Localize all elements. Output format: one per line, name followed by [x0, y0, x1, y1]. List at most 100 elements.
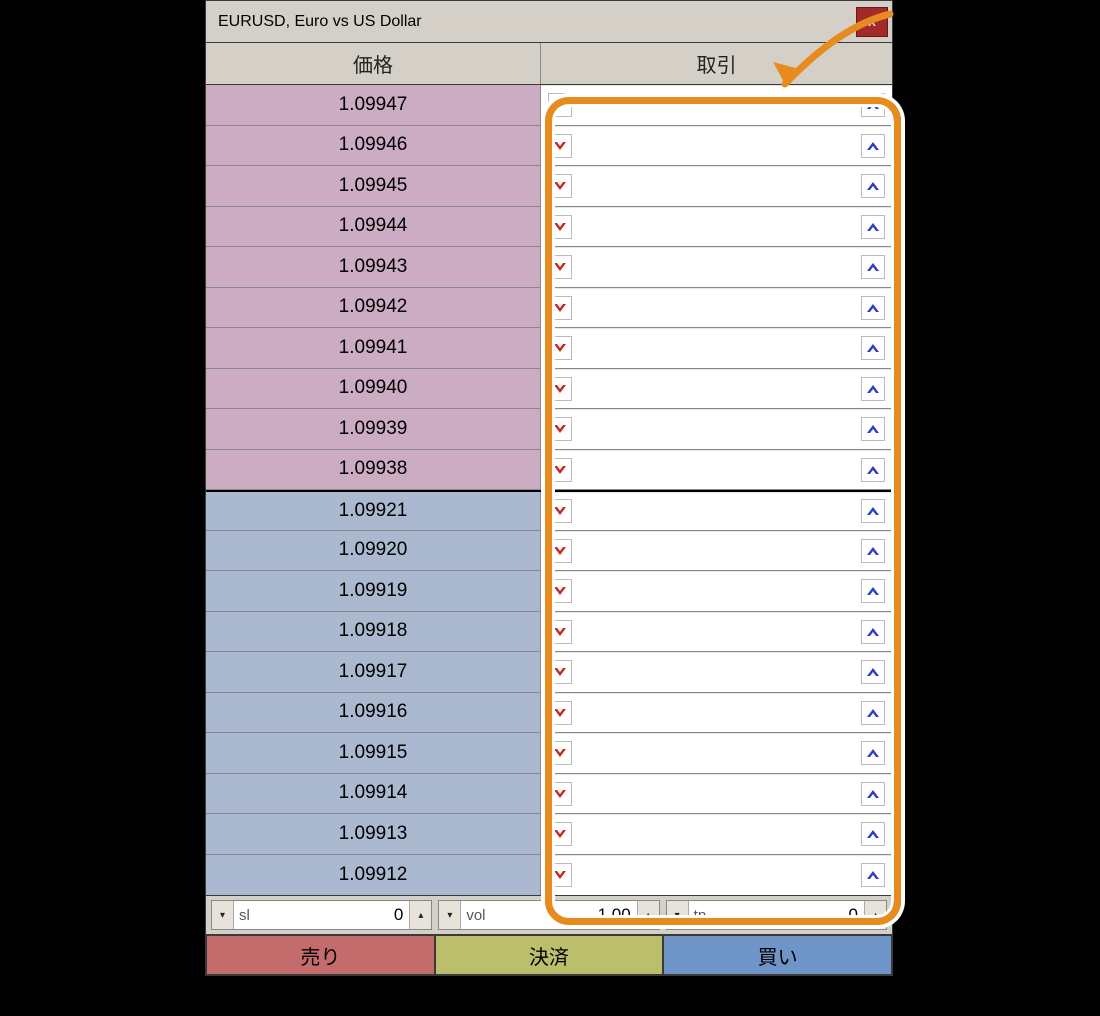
increase-button[interactable] [861, 174, 885, 198]
price-row: 1.09946 [206, 126, 892, 167]
vol-value: 1.00 [491, 905, 637, 925]
price-cell[interactable]: 1.09942 [206, 288, 541, 328]
decrease-button[interactable] [548, 660, 572, 684]
decrease-button[interactable] [548, 215, 572, 239]
trade-cell [541, 571, 892, 611]
increase-button[interactable] [861, 620, 885, 644]
increase-button[interactable] [861, 215, 885, 239]
decrease-button[interactable] [548, 701, 572, 725]
decrease-button[interactable] [548, 134, 572, 158]
sl-increment[interactable]: ▴ [409, 901, 431, 929]
price-cell[interactable]: 1.09945 [206, 166, 541, 206]
decrease-button[interactable] [548, 458, 572, 482]
increase-button[interactable] [861, 782, 885, 806]
trade-cell [541, 612, 892, 652]
increase-button[interactable] [861, 458, 885, 482]
increase-button[interactable] [861, 93, 885, 117]
increase-button[interactable] [861, 741, 885, 765]
increase-button[interactable] [861, 863, 885, 887]
price-cell[interactable]: 1.09915 [206, 733, 541, 773]
decrease-button[interactable] [548, 255, 572, 279]
price-cell[interactable]: 1.09917 [206, 652, 541, 692]
price-cell[interactable]: 1.09918 [206, 612, 541, 652]
chevron-down-icon [554, 785, 566, 803]
decrease-button[interactable] [548, 174, 572, 198]
price-cell[interactable]: 1.09913 [206, 814, 541, 854]
footer-inputs: ▾ sl 0 ▴ ▾ vol 1.00 ▴ ▾ tp 0 ▴ [206, 895, 892, 935]
close-button[interactable]: x [856, 7, 888, 37]
trade-cell [541, 85, 892, 125]
decrease-button[interactable] [548, 296, 572, 320]
increase-button[interactable] [861, 134, 885, 158]
decrease-button[interactable] [548, 863, 572, 887]
settle-button[interactable]: 決済 [435, 935, 664, 975]
increase-button[interactable] [861, 660, 885, 684]
trade-cell [541, 450, 892, 490]
price-cell[interactable]: 1.09920 [206, 531, 541, 571]
vol-stepper[interactable]: ▾ vol 1.00 ▴ [438, 900, 659, 930]
increase-button[interactable] [861, 377, 885, 401]
price-cell[interactable]: 1.09919 [206, 571, 541, 611]
price-cell[interactable]: 1.09946 [206, 126, 541, 166]
column-headers: 価格 取引 [206, 43, 892, 85]
price-cell[interactable]: 1.09940 [206, 369, 541, 409]
increase-button[interactable] [861, 499, 885, 523]
increase-button[interactable] [861, 255, 885, 279]
chevron-down-icon [554, 299, 566, 317]
chevron-up-icon [867, 825, 879, 843]
increase-button[interactable] [861, 336, 885, 360]
chevron-down-icon [554, 258, 566, 276]
increase-button[interactable] [861, 579, 885, 603]
chevron-down-icon [554, 542, 566, 560]
decrease-button[interactable] [548, 499, 572, 523]
decrease-button[interactable] [548, 620, 572, 644]
decrease-button[interactable] [548, 377, 572, 401]
buy-button[interactable]: 買い [663, 935, 892, 975]
increase-button[interactable] [861, 296, 885, 320]
price-row: 1.09913 [206, 814, 892, 855]
increase-button[interactable] [861, 822, 885, 846]
decrease-button[interactable] [548, 741, 572, 765]
chevron-down-icon [554, 866, 566, 884]
tp-stepper[interactable]: ▾ tp 0 ▴ [666, 900, 887, 930]
vol-decrement[interactable]: ▾ [439, 901, 461, 929]
titlebar: EURUSD, Euro vs US Dollar x [206, 1, 892, 43]
sl-stepper[interactable]: ▾ sl 0 ▴ [211, 900, 432, 930]
increase-button[interactable] [861, 417, 885, 441]
decrease-button[interactable] [548, 417, 572, 441]
increase-button[interactable] [861, 539, 885, 563]
sl-decrement[interactable]: ▾ [212, 901, 234, 929]
price-row: 1.09919 [206, 571, 892, 612]
decrease-button[interactable] [548, 579, 572, 603]
trade-cell [541, 814, 892, 854]
price-cell[interactable]: 1.09939 [206, 409, 541, 449]
price-cell[interactable]: 1.09941 [206, 328, 541, 368]
price-row: 1.09912 [206, 855, 892, 896]
trade-cell [541, 328, 892, 368]
chevron-up-icon [867, 542, 879, 560]
chevron-up-icon [867, 582, 879, 600]
tp-decrement[interactable]: ▾ [667, 901, 689, 929]
decrease-button[interactable] [548, 539, 572, 563]
price-cell[interactable]: 1.09921 [206, 492, 541, 530]
increase-button[interactable] [861, 701, 885, 725]
chevron-up-icon [867, 866, 879, 884]
price-cell[interactable]: 1.09912 [206, 855, 541, 896]
price-row: 1.09915 [206, 733, 892, 774]
price-cell[interactable]: 1.09944 [206, 207, 541, 247]
price-cell[interactable]: 1.09947 [206, 85, 541, 125]
price-cell[interactable]: 1.09938 [206, 450, 541, 490]
tp-increment[interactable]: ▴ [864, 901, 886, 929]
trade-cell [541, 733, 892, 773]
decrease-button[interactable] [548, 782, 572, 806]
decrease-button[interactable] [548, 93, 572, 117]
price-cell[interactable]: 1.09943 [206, 247, 541, 287]
vol-increment[interactable]: ▴ [637, 901, 659, 929]
decrease-button[interactable] [548, 822, 572, 846]
trade-cell [541, 855, 892, 896]
sell-button[interactable]: 売り [206, 935, 435, 975]
trade-cell [541, 247, 892, 287]
price-cell[interactable]: 1.09916 [206, 693, 541, 733]
decrease-button[interactable] [548, 336, 572, 360]
price-cell[interactable]: 1.09914 [206, 774, 541, 814]
